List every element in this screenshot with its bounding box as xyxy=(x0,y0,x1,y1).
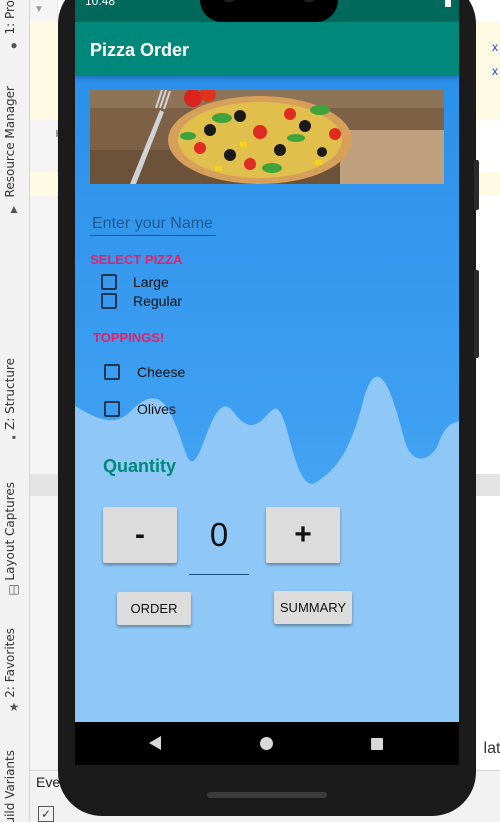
camera-notch xyxy=(200,0,338,22)
screenshot-root: ▼ ▶ ▼ x x lati 1: Pro ● Resource Manager… xyxy=(0,0,500,822)
home-icon[interactable] xyxy=(260,737,273,750)
pizza-option-regular[interactable]: Regular xyxy=(101,293,182,309)
toppings-label: TOPPINGS! xyxy=(93,330,165,345)
pizza-banner-image xyxy=(90,90,444,184)
battery-icon xyxy=(445,0,451,7)
select-pizza-label: SELECT PIZZA xyxy=(90,252,183,267)
ide-tab-project[interactable]: 1: Pro xyxy=(3,0,17,35)
pizza-option-large[interactable]: Large xyxy=(101,274,169,290)
capture-icon: ◫ xyxy=(8,582,20,596)
app-bar: Pizza Order xyxy=(75,22,459,76)
topping-option-cheese[interactable]: Cheese xyxy=(104,364,185,380)
close-icon[interactable]: x xyxy=(492,64,498,78)
large-checkbox[interactable] xyxy=(101,274,117,290)
phone-speaker xyxy=(207,792,327,798)
resource-icon: ▲ xyxy=(8,202,20,216)
camera-icon xyxy=(222,0,236,2)
star-icon: ★ xyxy=(8,700,20,714)
recents-icon[interactable] xyxy=(371,738,383,750)
topping-option-olives[interactable]: Olives xyxy=(104,401,176,417)
phone-volume-button xyxy=(474,270,479,358)
camera-icon xyxy=(302,0,316,2)
olives-checkbox[interactable] xyxy=(104,401,120,417)
ide-tab-resource-manager[interactable]: Resource Manager xyxy=(3,86,17,197)
regular-checkbox[interactable] xyxy=(101,293,117,309)
large-label[interactable]: Large xyxy=(133,274,169,290)
structure-icon: ▪ xyxy=(11,430,17,444)
fold-icon[interactable]: ▼ xyxy=(34,4,44,15)
android-icon: ● xyxy=(10,38,18,52)
ide-tab-structure[interactable]: Z: Structure xyxy=(3,358,17,430)
quantity-label: Quantity xyxy=(103,456,177,476)
name-input[interactable] xyxy=(90,212,216,236)
regular-label[interactable]: Regular xyxy=(133,293,182,309)
phone-screen: 10:48 Pizza Order Enter your Name SELECT… xyxy=(75,0,459,765)
increment-button[interactable]: + xyxy=(266,507,340,563)
ide-tab-build-variants[interactable]: uild Variants xyxy=(3,750,17,822)
quantity-value: 0 xyxy=(209,516,229,553)
summary-button[interactable]: SUMMARY xyxy=(274,591,352,624)
navigation-bar xyxy=(75,722,459,765)
app-title: Pizza Order xyxy=(90,40,190,60)
cheese-checkbox[interactable] xyxy=(104,364,120,380)
quantity-underline xyxy=(189,574,249,575)
ide-tab-layout-captures[interactable]: Layout Captures xyxy=(3,482,17,581)
decrement-button[interactable]: - xyxy=(103,507,177,563)
status-time: 10:48 xyxy=(85,0,116,8)
cheese-label[interactable]: Cheese xyxy=(137,364,185,380)
back-icon[interactable] xyxy=(149,736,161,750)
olives-label[interactable]: Olives xyxy=(137,401,176,417)
ide-tab-favorites[interactable]: 2: Favorites xyxy=(3,628,17,698)
ide-right-text: lati xyxy=(483,740,500,757)
checkbox-icon[interactable]: ✓ xyxy=(38,806,54,822)
app-content: SELECT PIZZA Large Regular TOPPINGS! Che… xyxy=(75,76,459,722)
ide-event-log-tab[interactable]: Eve xyxy=(36,774,60,790)
close-icon[interactable]: x xyxy=(492,40,498,54)
phone-side-button xyxy=(474,160,479,210)
order-button[interactable]: ORDER xyxy=(117,592,191,625)
